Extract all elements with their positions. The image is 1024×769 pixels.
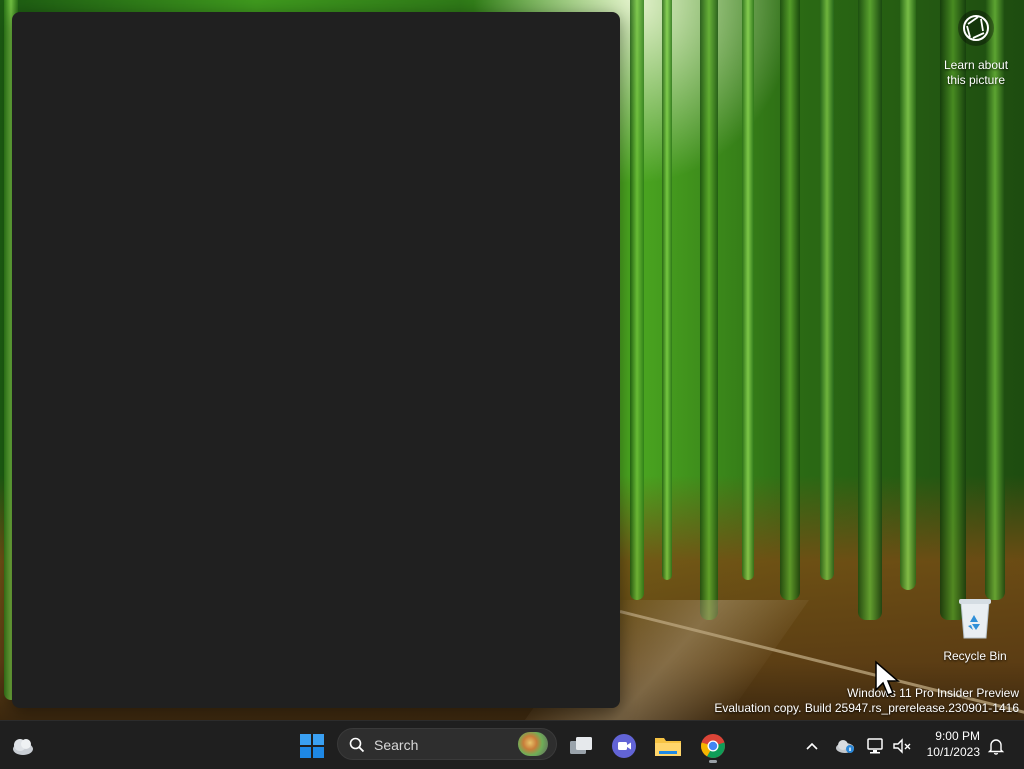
chrome-active-indicator — [709, 760, 717, 763]
camera-aperture-icon — [958, 10, 994, 46]
recycle-bin-icon — [959, 599, 991, 639]
bamboo-stalk — [780, 0, 800, 600]
bamboo-stalk — [820, 0, 834, 580]
learn-about-picture[interactable]: Learn about this picture — [936, 10, 1016, 88]
recycle-bin[interactable]: Recycle Bin — [940, 596, 1010, 663]
search-highlight-image — [518, 732, 548, 756]
windows-start-icon — [300, 734, 324, 758]
bamboo-stalk — [985, 0, 1005, 600]
blank-app-window[interactable] — [12, 12, 620, 708]
network-icon — [867, 738, 883, 754]
search-icon — [349, 737, 365, 753]
learn-about-label: Learn about this picture — [936, 58, 1016, 88]
widgets-button[interactable] — [6, 729, 40, 763]
bamboo-stalk — [858, 0, 882, 620]
mouse-cursor-icon — [875, 660, 900, 696]
onedrive-icon — [836, 740, 854, 753]
bamboo-stalk — [700, 0, 718, 620]
watermark-line1: Windows 11 Pro Insider Preview — [847, 686, 1019, 700]
clock-date: 10/1/2023 — [926, 745, 980, 759]
clock-time: 9:00 PM — [935, 729, 980, 743]
bell-icon — [987, 739, 1005, 755]
task-view-button[interactable] — [564, 729, 598, 763]
volume-muted-icon — [893, 738, 911, 754]
learn-label-line2: this picture — [946, 73, 1006, 87]
network-button[interactable] — [862, 729, 890, 763]
bamboo-stalk — [662, 0, 672, 580]
evaluation-watermark: Windows 11 Pro Insider Preview Evaluatio… — [714, 686, 1019, 716]
watermark-line2: Evaluation copy. Build 25947.rs_prerelea… — [714, 701, 1019, 715]
video-chat-icon — [612, 734, 636, 758]
show-hidden-icons-button[interactable] — [796, 729, 828, 763]
chrome-icon — [701, 734, 725, 758]
weather-cloud-icon — [13, 739, 33, 755]
start-button[interactable] — [295, 729, 329, 763]
bamboo-stalk — [940, 0, 966, 620]
learn-label-line1: Learn about — [943, 58, 1009, 72]
notifications-button[interactable] — [982, 729, 1010, 763]
clock[interactable]: 9:00 PM 10/1/2023 — [927, 728, 980, 760]
search-placeholder: Search — [374, 737, 419, 753]
volume-button[interactable] — [888, 729, 916, 763]
chevron-up-icon — [806, 742, 818, 750]
chrome-button[interactable] — [696, 729, 730, 763]
folder-icon — [655, 738, 681, 756]
onedrive-button[interactable] — [830, 729, 860, 763]
bamboo-stalk — [630, 0, 644, 600]
task-view-icon — [570, 737, 592, 754]
bamboo-stalk — [742, 0, 754, 580]
recycle-bin-label: Recycle Bin — [943, 649, 1007, 663]
taskbar-search[interactable]: Search — [337, 728, 557, 760]
bamboo-stalk — [900, 0, 916, 590]
teams-meet-button[interactable] — [607, 729, 641, 763]
file-explorer-button[interactable] — [651, 729, 685, 763]
